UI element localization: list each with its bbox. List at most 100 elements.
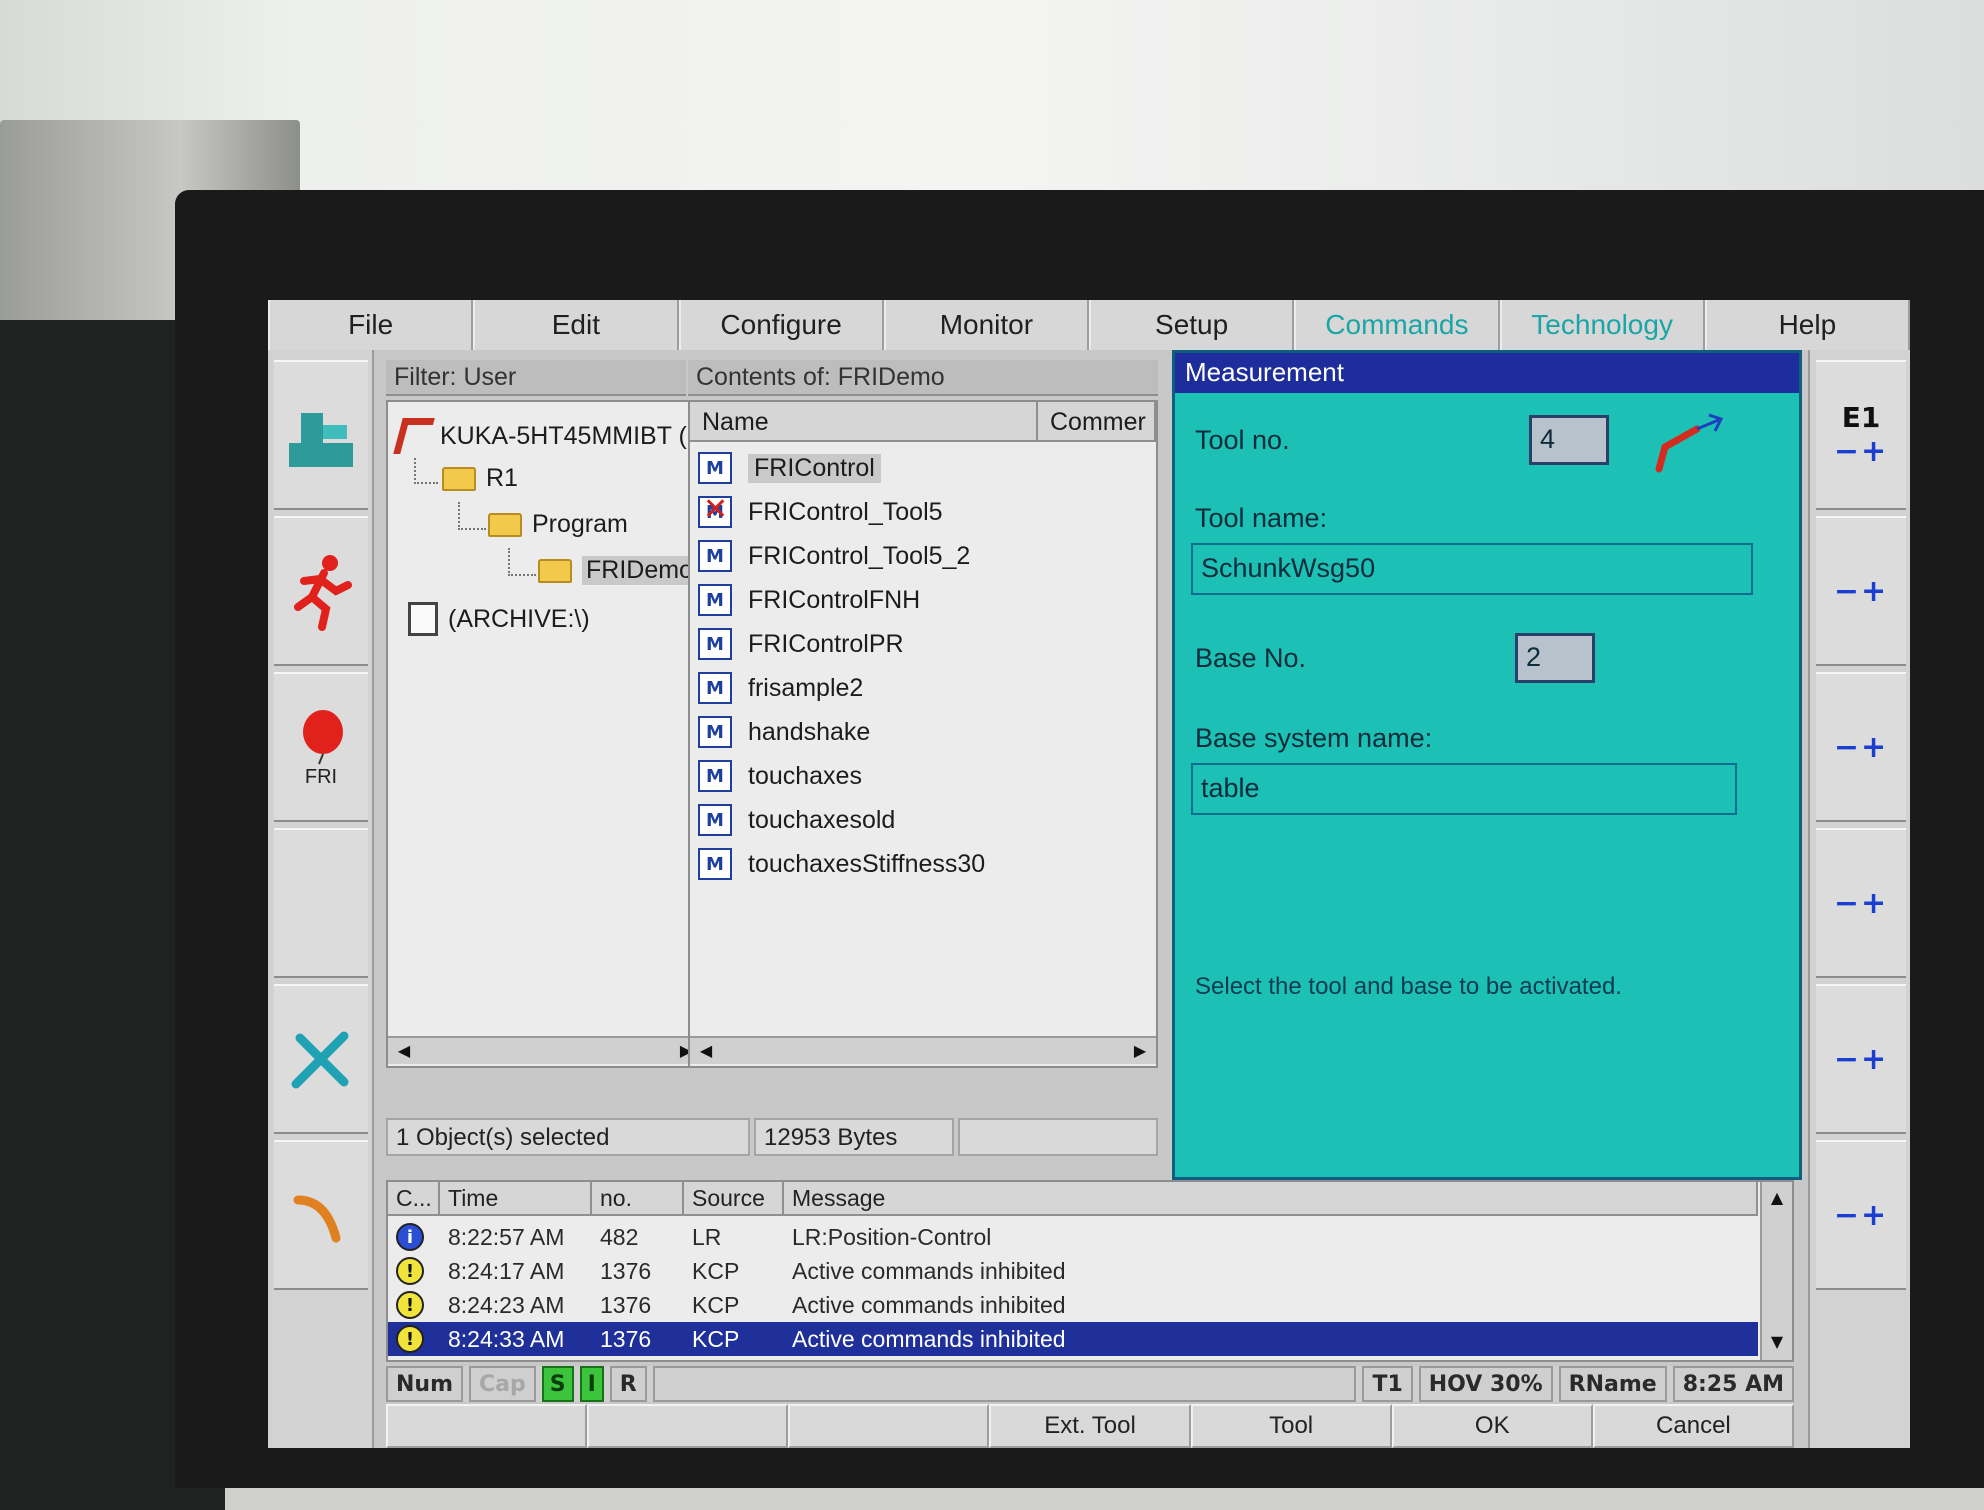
base-name-field[interactable]: table bbox=[1191, 763, 1737, 815]
override-indicator[interactable]: HOV 30% bbox=[1418, 1366, 1553, 1402]
file-name: FRIControl_Tool5_2 bbox=[748, 541, 971, 570]
file-row[interactable]: M FRIControlFNH bbox=[698, 580, 920, 620]
file-row[interactable]: M touchaxesold bbox=[698, 800, 895, 840]
tree-node-label: R1 bbox=[486, 464, 518, 492]
column-no[interactable]: no. bbox=[592, 1182, 684, 1214]
axis-jog-button[interactable]: −+ bbox=[1816, 1140, 1906, 1290]
file-row[interactable]: M handshake bbox=[698, 712, 870, 752]
list-horizontal-scrollbar[interactable]: ◀ ▶ bbox=[690, 1036, 1156, 1064]
operating-mode: T1 bbox=[1362, 1366, 1413, 1402]
num-lock-indicator: Num bbox=[386, 1366, 463, 1402]
tree-horizontal-scrollbar[interactable]: ◀ ▶ bbox=[388, 1036, 702, 1064]
balloon-icon bbox=[303, 709, 343, 764]
message-row-selected[interactable]: ! 8:24:33 AM 1376 KCP Active commands in… bbox=[388, 1322, 1758, 1356]
plus-minus-icon: −+ bbox=[1833, 1041, 1889, 1077]
axis-jog-button[interactable]: −+ bbox=[1816, 516, 1906, 666]
softkey-3[interactable] bbox=[788, 1404, 990, 1448]
file-row[interactable]: M touchaxes bbox=[698, 756, 862, 796]
empty-status bbox=[958, 1118, 1158, 1156]
column-name[interactable]: Name bbox=[690, 402, 1038, 440]
file-row[interactable]: M FRIControl_Tool5_2 bbox=[698, 536, 970, 576]
info-icon: i bbox=[396, 1223, 424, 1251]
program-icon: M bbox=[698, 804, 732, 836]
message-header: C... Time no. Source Message bbox=[388, 1182, 1758, 1216]
directory-tree: KUKA-5HT45MMIBT ( R1 Program FRIDemo (AR… bbox=[386, 400, 704, 1068]
message-vertical-scrollbar[interactable]: ▲ ▼ bbox=[1760, 1182, 1792, 1360]
axis-jog-button[interactable]: −+ bbox=[1816, 984, 1906, 1134]
scroll-up-icon[interactable]: ▲ bbox=[1765, 1186, 1789, 1210]
scroll-right-icon[interactable]: ▶ bbox=[1128, 1040, 1152, 1064]
robot-arm-button[interactable] bbox=[274, 1140, 368, 1290]
message-window: C... Time no. Source Message i 8:22:57 A… bbox=[386, 1180, 1794, 1362]
column-message[interactable]: Message bbox=[784, 1182, 1758, 1214]
folder-icon bbox=[442, 466, 476, 491]
axis-e1-label: E1 bbox=[1841, 401, 1881, 434]
wrench-hammer-icon bbox=[291, 1031, 349, 1089]
file-row[interactable]: M frisample2 bbox=[698, 668, 863, 708]
menu-edit[interactable]: Edit bbox=[473, 300, 679, 350]
tool-no-input[interactable]: 4 bbox=[1529, 415, 1609, 465]
tree-node-fridemo[interactable]: FRIDemo bbox=[538, 556, 697, 585]
program-icon: M bbox=[698, 716, 732, 748]
left-toolbar: FRI bbox=[268, 350, 374, 1448]
file-row[interactable]: M FRIControl_Tool5 bbox=[698, 492, 943, 532]
column-comment[interactable]: Commer bbox=[1038, 402, 1156, 440]
status-bar: Num Cap S I R T1 HOV 30% RName 8:25 AM bbox=[386, 1366, 1794, 1402]
message-source: LR bbox=[692, 1223, 722, 1250]
scroll-left-icon[interactable]: ◀ bbox=[392, 1040, 416, 1064]
scroll-left-icon[interactable]: ◀ bbox=[694, 1040, 718, 1064]
message-time: 8:24:17 AM bbox=[448, 1257, 565, 1284]
robot-status-button[interactable] bbox=[274, 360, 368, 510]
softkey-1[interactable] bbox=[386, 1404, 588, 1448]
tools-button[interactable] bbox=[274, 984, 368, 1134]
fri-button[interactable]: FRI bbox=[274, 672, 368, 822]
tool-robot-icon bbox=[1655, 413, 1724, 473]
softkey-2[interactable] bbox=[587, 1404, 789, 1448]
menu-help[interactable]: Help bbox=[1704, 300, 1910, 350]
message-row[interactable]: ! 8:24:23 AM 1376 KCP Active commands in… bbox=[388, 1288, 1758, 1322]
menu-commands[interactable]: Commands bbox=[1294, 300, 1500, 350]
file-row[interactable]: M FRIControl bbox=[698, 448, 881, 488]
form-hint: Select the tool and base to be activated… bbox=[1195, 973, 1622, 1000]
tool-name-field[interactable]: SchunkWsg50 bbox=[1191, 543, 1753, 595]
tree-node-program[interactable]: Program bbox=[488, 510, 628, 539]
menu-file[interactable]: File bbox=[268, 300, 474, 350]
tool-button[interactable]: Tool bbox=[1190, 1404, 1392, 1448]
submit-interpreter-indicator: S bbox=[541, 1366, 574, 1402]
axis-e1-button[interactable]: E1 −+ bbox=[1816, 360, 1906, 510]
tree-node-robot[interactable]: KUKA-5HT45MMIBT ( bbox=[393, 418, 687, 454]
program-run-button[interactable] bbox=[274, 516, 368, 666]
axis-jog-button[interactable]: −+ bbox=[1816, 672, 1906, 822]
message-row[interactable]: i 8:22:57 AM 482 LR LR:Position-Control bbox=[388, 1220, 1758, 1254]
column-source[interactable]: Source bbox=[684, 1182, 784, 1214]
message-time: 8:24:33 AM bbox=[448, 1325, 565, 1352]
tree-node-label: KUKA-5HT45MMIBT ( bbox=[440, 421, 687, 450]
menu-setup[interactable]: Setup bbox=[1089, 300, 1295, 350]
ext-tool-button[interactable]: Ext. Tool bbox=[989, 1404, 1191, 1448]
robot-arm-icon bbox=[293, 1195, 341, 1243]
program-icon: M bbox=[698, 452, 732, 484]
message-row[interactable]: ! 8:24:17 AM 1376 KCP Active commands in… bbox=[388, 1254, 1758, 1288]
scroll-down-icon[interactable]: ▼ bbox=[1765, 1330, 1789, 1354]
drives-indicator: I bbox=[579, 1366, 604, 1402]
file-row[interactable]: M FRIControlPR bbox=[698, 624, 904, 664]
menu-monitor[interactable]: Monitor bbox=[883, 300, 1089, 350]
column-time[interactable]: Time bbox=[440, 1182, 592, 1214]
menu-configure[interactable]: Configure bbox=[678, 300, 884, 350]
axis-jog-button[interactable]: −+ bbox=[1816, 828, 1906, 978]
tree-node-r1[interactable]: R1 bbox=[442, 464, 518, 493]
message-text: Active commands inhibited bbox=[792, 1291, 1066, 1318]
file-row[interactable]: M touchaxesStiffness30 bbox=[698, 844, 985, 884]
fri-label: FRI bbox=[304, 765, 338, 788]
left-blank-button[interactable] bbox=[274, 828, 368, 978]
ok-button[interactable]: OK bbox=[1391, 1404, 1593, 1448]
cancel-button[interactable]: Cancel bbox=[1592, 1404, 1794, 1448]
base-no-input[interactable]: 2 bbox=[1515, 633, 1595, 683]
tool-name-label: Tool name: bbox=[1195, 503, 1328, 533]
tree-node-archive[interactable]: (ARCHIVE:\) bbox=[408, 602, 590, 636]
robot-icon bbox=[393, 418, 435, 454]
kuka-hmi-screen: File Edit Configure Monitor Setup Comman… bbox=[268, 300, 1910, 1448]
menu-technology[interactable]: Technology bbox=[1499, 300, 1705, 350]
file-name: FRIControlFNH bbox=[748, 585, 921, 614]
column-category[interactable]: C... bbox=[388, 1182, 440, 1214]
